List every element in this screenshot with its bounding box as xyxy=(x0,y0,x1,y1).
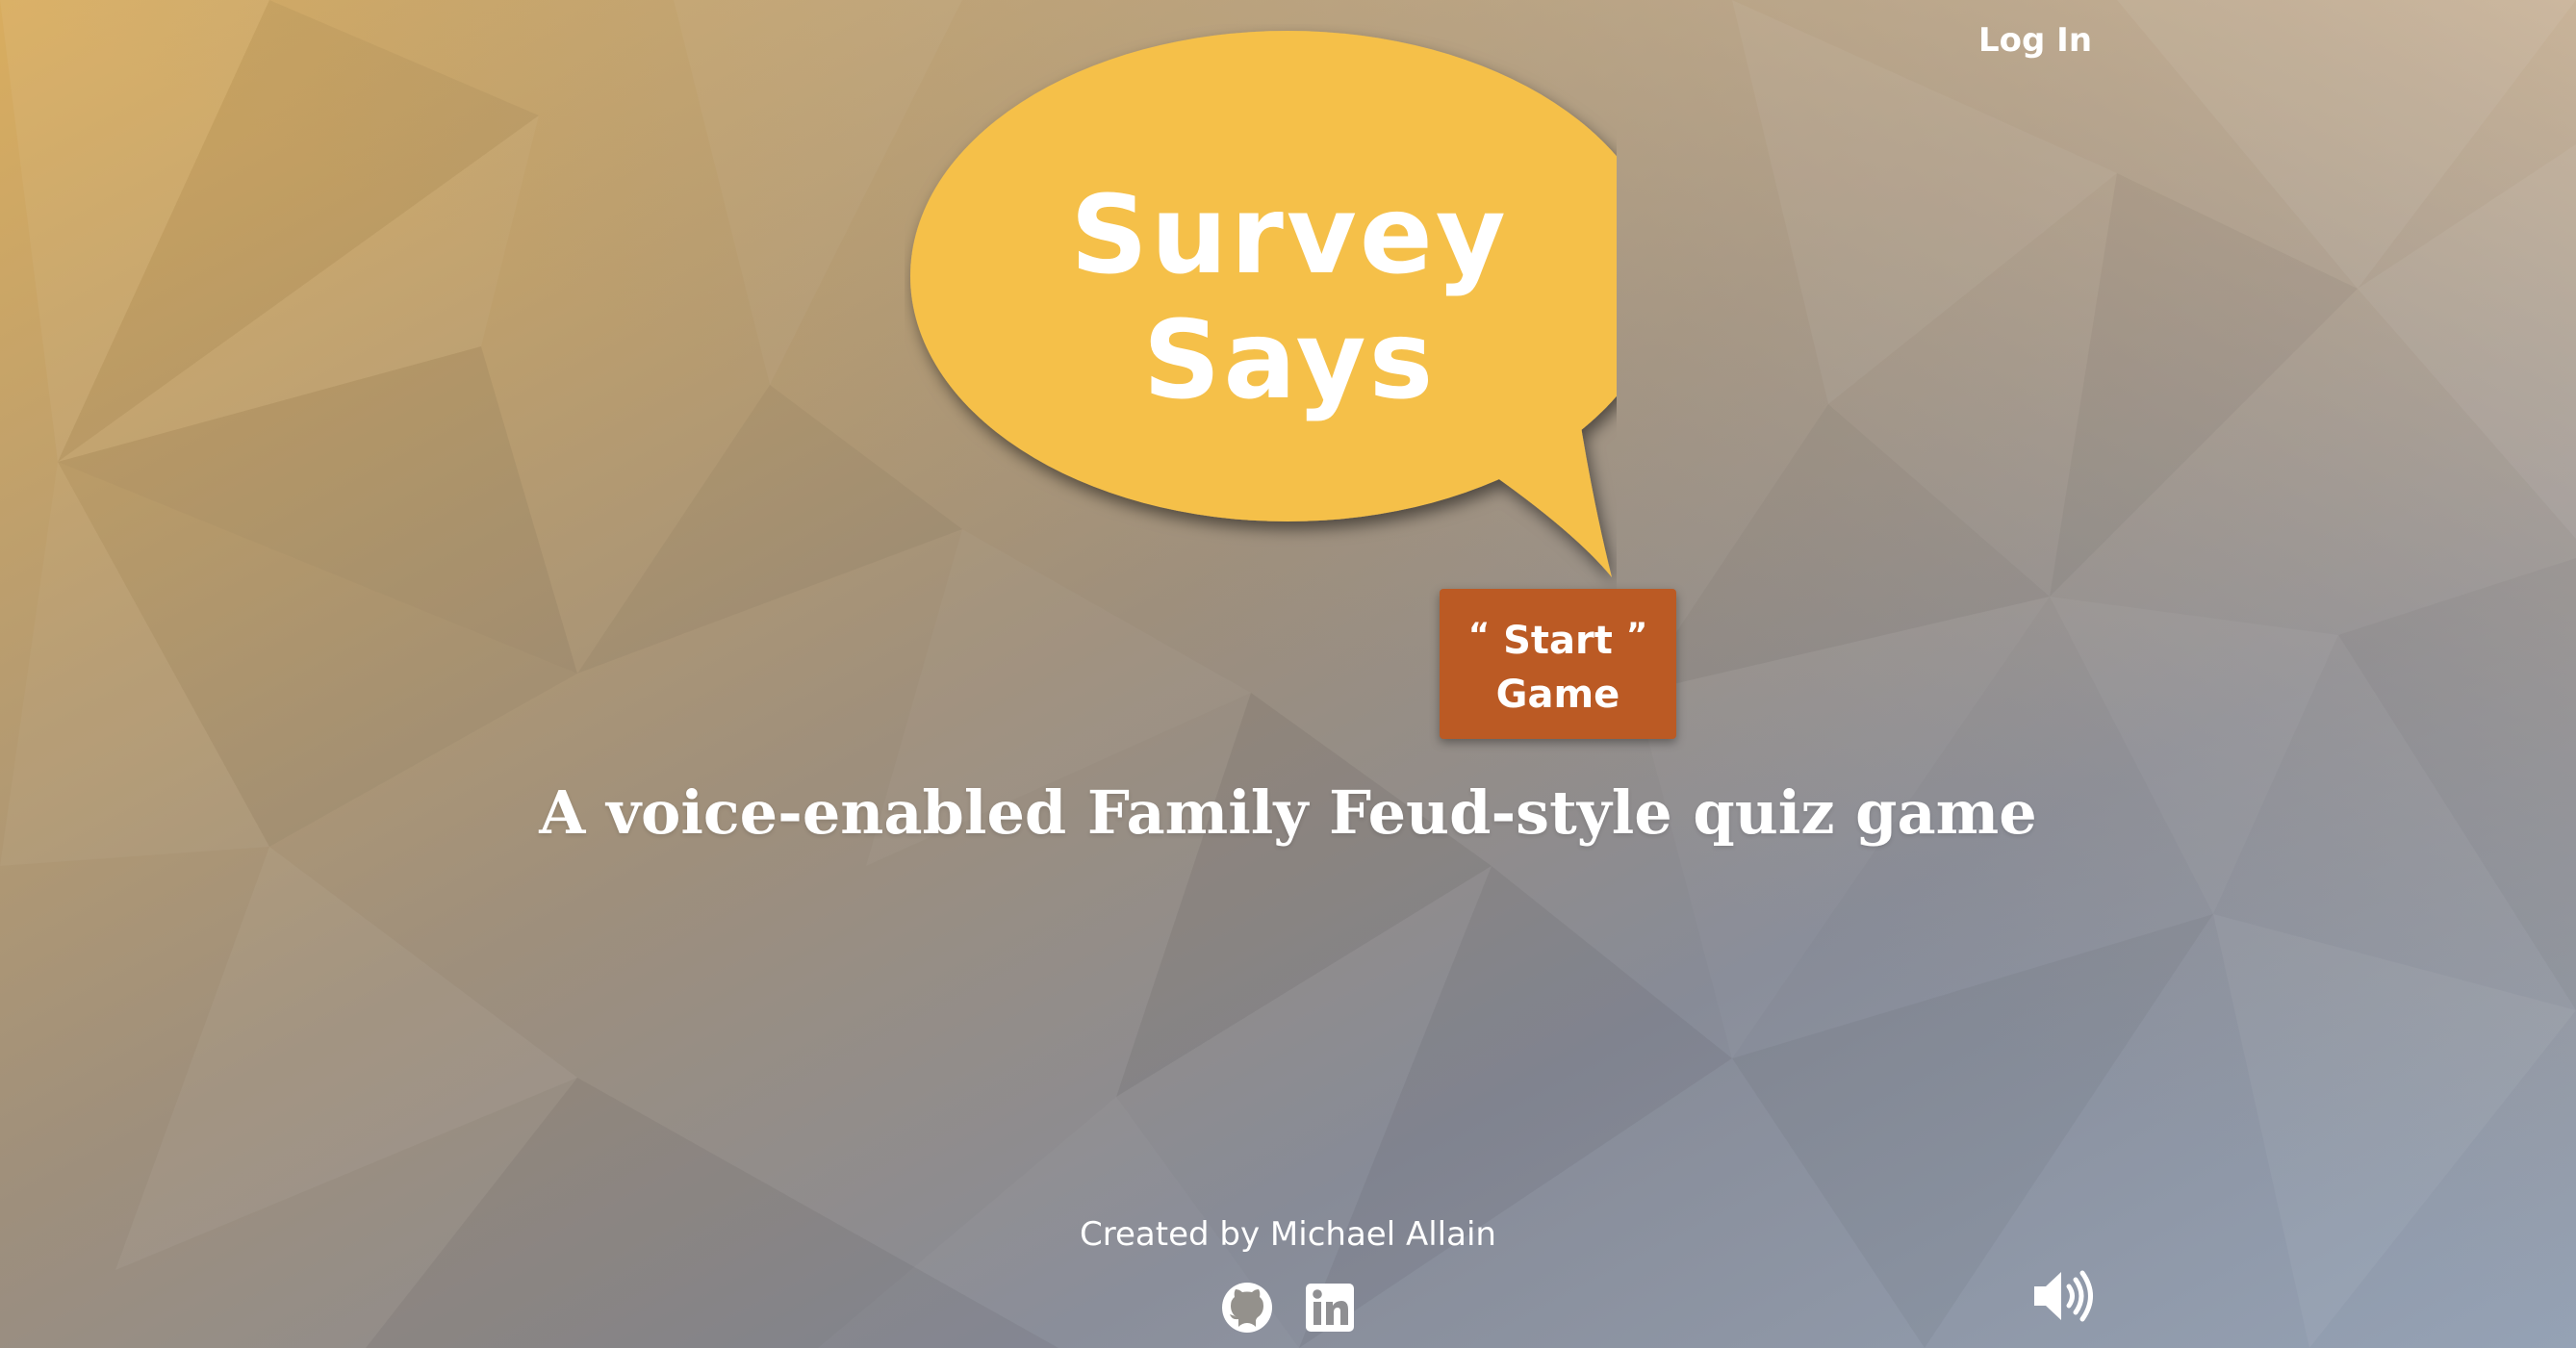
start-button-line1: “ Start ” xyxy=(1440,608,1676,668)
linkedin-icon[interactable] xyxy=(1305,1283,1355,1333)
speaker-volume-icon[interactable] xyxy=(2030,1266,2096,1326)
game-title-line1: Survey xyxy=(1070,173,1509,298)
close-quote: ” xyxy=(1625,616,1648,654)
login-link[interactable]: Log In xyxy=(1953,13,2117,67)
open-quote: “ xyxy=(1467,616,1491,654)
start-button-line2: Game xyxy=(1495,673,1620,717)
github-icon[interactable] xyxy=(1220,1281,1274,1335)
tagline: A voice-enabled Family Feud-style quiz g… xyxy=(539,777,2037,848)
start-game-button[interactable]: “ Start ” Game xyxy=(1440,589,1676,739)
game-title-line2: Says xyxy=(1142,298,1437,423)
author-credit: Created by Michael Allain xyxy=(1080,1215,1496,1254)
start-label: Start xyxy=(1503,619,1613,663)
